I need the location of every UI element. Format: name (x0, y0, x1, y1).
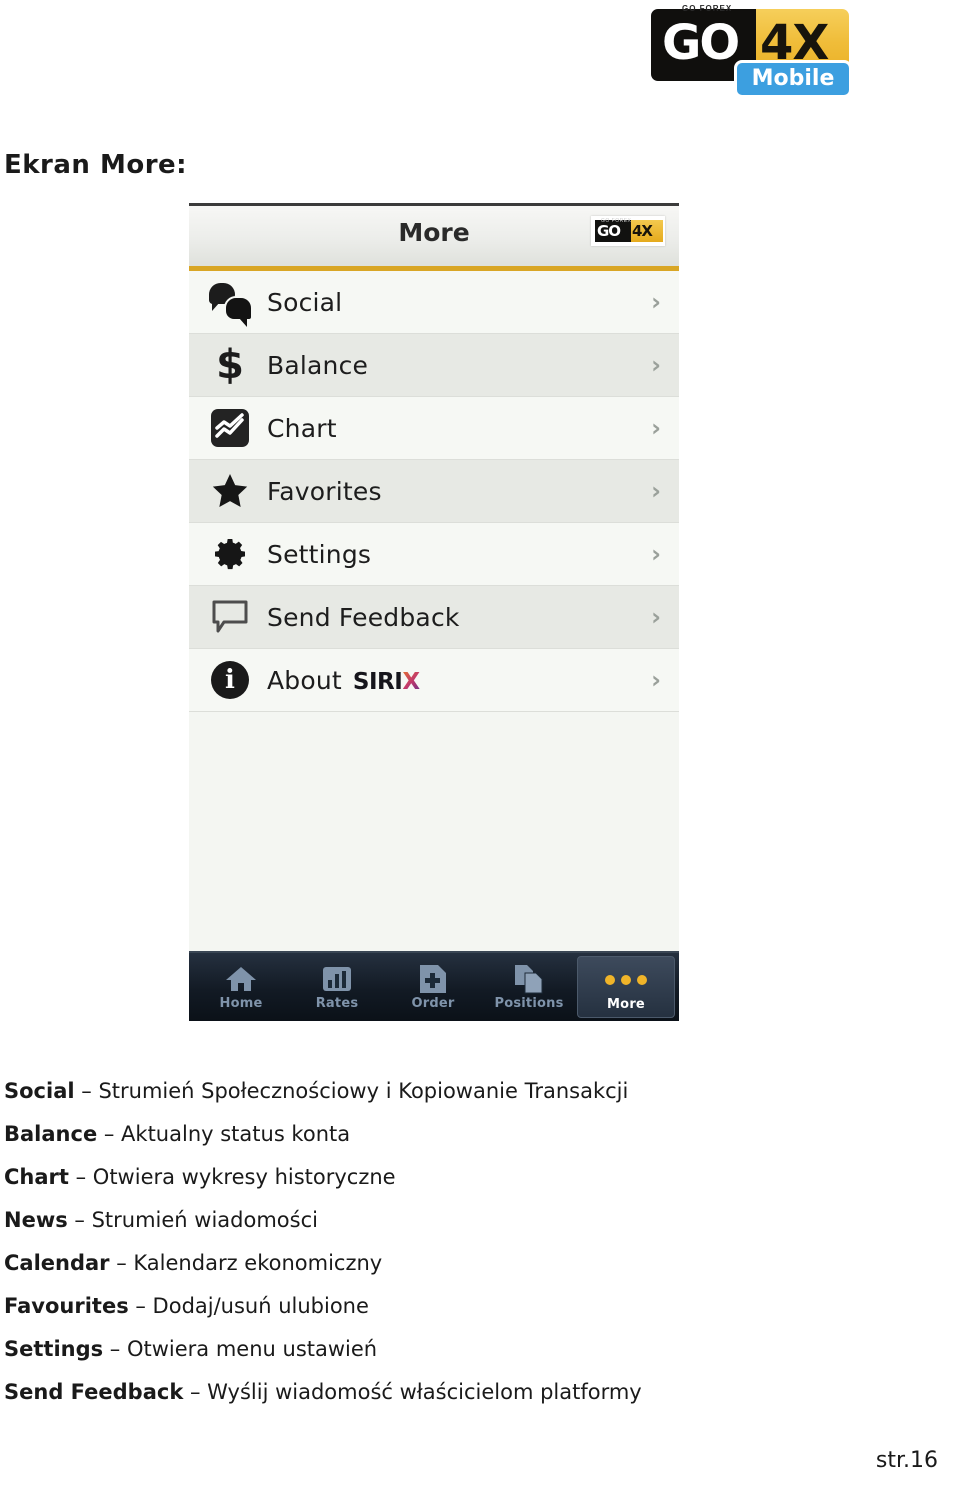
chevron-right-icon: › (651, 351, 661, 379)
description-dash: – (97, 1122, 122, 1146)
tab-more[interactable]: More (577, 956, 675, 1018)
header-go4x-logo: GO FOREX GO 4X (591, 216, 665, 246)
description-term: Settings (4, 1337, 104, 1361)
description-item: Balance – Aktualny status konta (4, 1121, 904, 1147)
menu-item-balance[interactable]: $ Balance › (189, 334, 679, 397)
description-item: News – Strumień wiadomości (4, 1207, 904, 1233)
menu-item-about-sirix[interactable]: i About SIRIX › (189, 649, 679, 712)
description-text: Dodaj/usuń ulubione (152, 1294, 369, 1318)
menu-item-send-feedback[interactable]: Send Feedback › (189, 586, 679, 649)
menu-item-label: Social (267, 287, 343, 317)
description-item: Send Feedback – Wyślij wiadomość właścic… (4, 1379, 904, 1405)
dollar-sign-icon: $ (216, 342, 244, 388)
description-term: Social (4, 1079, 75, 1103)
menu-item-label: Balance (267, 350, 369, 380)
house-icon (225, 962, 257, 996)
header-logo-go-text: GO (597, 222, 621, 240)
tab-label: Positions (494, 996, 564, 1011)
more-menu-list: Social › $ Balance › Chart › Favorites ›… (189, 271, 679, 957)
three-dots-icon (605, 963, 647, 997)
bottom-tab-bar: Home Rates Order Positions More (189, 951, 679, 1021)
menu-item-settings[interactable]: Settings › (189, 523, 679, 586)
logo-tagline: GO FOREX (682, 4, 733, 13)
chevron-right-icon: › (651, 666, 661, 694)
sirix-wordmark-accent: X (402, 668, 420, 695)
tab-label: Home (219, 996, 263, 1011)
description-item: Favourites – Dodaj/usuń ulubione (4, 1293, 904, 1319)
menu-item-label: Settings (267, 539, 372, 569)
description-text: Strumień Społecznościowy i Kopiowanie Tr… (98, 1079, 629, 1103)
menu-item-label-group: About SIRIX (267, 666, 420, 695)
logo-mobile-badge: Mobile (734, 60, 852, 98)
go4x-mobile-logo: GO FOREX GO 4X Mobile (648, 2, 856, 106)
description-item: Calendar – Kalendarz ekonomiczny (4, 1250, 904, 1276)
chevron-right-icon: › (651, 477, 661, 505)
speech-bubble-outline-icon (207, 594, 253, 640)
description-text: Strumień wiadomości (91, 1208, 318, 1232)
description-dash: – (183, 1380, 208, 1404)
page-number: str.16 (875, 1448, 938, 1473)
description-text: Aktualny status konta (121, 1122, 351, 1146)
chevron-right-icon: › (651, 414, 661, 442)
page-title: Ekran More: (4, 150, 188, 180)
sirix-wordmark-dark: SIRI (352, 668, 403, 695)
gear-icon (207, 531, 253, 577)
line-chart-icon (207, 405, 253, 451)
description-dash: – (103, 1337, 127, 1361)
sirix-wordmark: SIRIX (353, 669, 420, 695)
chevron-right-icon: › (651, 603, 661, 631)
menu-item-chart[interactable]: Chart › (189, 397, 679, 460)
description-dash: – (128, 1294, 153, 1318)
chevron-right-icon: › (651, 288, 661, 316)
star-icon (207, 468, 253, 514)
info-circle-icon: i (207, 657, 253, 703)
tab-positions[interactable]: Positions (481, 956, 577, 1018)
tab-home[interactable]: Home (193, 956, 289, 1018)
menu-item-favorites[interactable]: Favorites › (189, 460, 679, 523)
description-text: Wyślij wiadomość właścicielom platformy (207, 1380, 642, 1404)
chevron-right-icon: › (651, 540, 661, 568)
phone-screenshot: More GO FOREX GO 4X Social › $ Balance ›… (189, 203, 679, 1021)
description-term: Calendar (4, 1251, 110, 1275)
feature-description-list: Social – Strumień Społecznościowy i Kopi… (4, 1078, 904, 1422)
menu-item-label: Favorites (267, 476, 382, 506)
description-text: Otwiera menu ustawień (126, 1337, 378, 1361)
document-plus-icon (420, 962, 446, 996)
menu-item-social[interactable]: Social › (189, 271, 679, 334)
description-term: Chart (4, 1165, 69, 1189)
logo-mobile-label: Mobile (751, 66, 835, 91)
description-item: Social – Strumień Społecznościowy i Kopi… (4, 1078, 904, 1104)
description-dash: – (74, 1079, 99, 1103)
description-dash: – (67, 1208, 92, 1232)
description-text: Kalendarz ekonomiczny (133, 1251, 383, 1275)
description-item: Settings – Otwiera menu ustawień (4, 1336, 904, 1362)
header-logo-4x-text: 4X (632, 222, 653, 240)
description-term: Favourites (4, 1294, 129, 1318)
speech-bubbles-icon (207, 279, 253, 327)
description-term: Balance (4, 1122, 98, 1146)
empty-list-area (189, 712, 679, 957)
description-text: Otwiera wykresy historyczne (92, 1165, 396, 1189)
description-dash: – (109, 1251, 134, 1275)
description-term: News (4, 1208, 68, 1232)
description-dash: – (68, 1165, 93, 1189)
bar-chart-icon (323, 962, 351, 996)
logo-go-text: GO (662, 15, 740, 71)
tab-order[interactable]: Order (385, 956, 481, 1018)
description-term: Send Feedback (4, 1380, 184, 1404)
tab-label: Order (411, 996, 455, 1011)
menu-item-label: Send Feedback (267, 602, 460, 632)
documents-icon (514, 962, 544, 996)
tab-label: More (607, 997, 645, 1012)
tab-label: Rates (315, 996, 359, 1011)
app-header: More GO FOREX GO 4X (189, 206, 679, 271)
menu-item-label: About (267, 665, 342, 695)
menu-item-label: Chart (267, 413, 337, 443)
description-item: Chart – Otwiera wykresy historyczne (4, 1164, 904, 1190)
tab-rates[interactable]: Rates (289, 956, 385, 1018)
